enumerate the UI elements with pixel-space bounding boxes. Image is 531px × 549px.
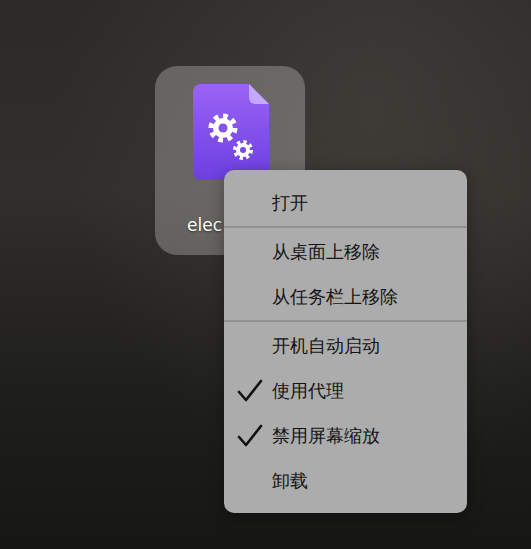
menu-item-label: 开机自动启动: [272, 334, 380, 358]
menu-item[interactable]: 开机自动启动: [224, 323, 467, 368]
context-menu: 打开从桌面上移除从任务栏上移除开机自动启动使用代理禁用屏幕缩放卸载: [224, 170, 467, 513]
menu-item[interactable]: 从桌面上移除: [224, 229, 467, 274]
check-slot: [237, 191, 263, 215]
menu-item[interactable]: 使用代理: [224, 368, 467, 413]
menu-item-label: 使用代理: [272, 379, 344, 403]
check-slot: [237, 334, 263, 358]
menu-separator: [224, 320, 467, 322]
menu-item-label: 从任务栏上移除: [272, 285, 398, 309]
menu-item-label: 打开: [272, 191, 308, 215]
menu-item-label: 从桌面上移除: [272, 240, 380, 264]
menu-item[interactable]: 禁用屏幕缩放: [224, 413, 467, 458]
menu-item[interactable]: 卸载: [224, 458, 467, 503]
desktop-icon-label: elec: [187, 214, 222, 236]
check-slot: [237, 285, 263, 309]
check-slot: [237, 240, 263, 264]
menu-item-label: 禁用屏幕缩放: [272, 424, 380, 448]
menu-separator: [224, 226, 467, 228]
check-slot: [237, 424, 263, 448]
checkmark-icon: [237, 424, 263, 448]
menu-item[interactable]: 从任务栏上移除: [224, 274, 467, 319]
check-slot: [237, 379, 263, 403]
checkmark-icon: [237, 379, 263, 403]
menu-item-label: 卸载: [272, 469, 308, 493]
menu-item[interactable]: 打开: [224, 180, 467, 225]
settings-file-icon: [193, 84, 269, 180]
check-slot: [237, 469, 263, 493]
desktop: elec 打开从桌面上移除从任务栏上移除开机自动启动使用代理禁用屏幕缩放卸载: [0, 0, 531, 549]
